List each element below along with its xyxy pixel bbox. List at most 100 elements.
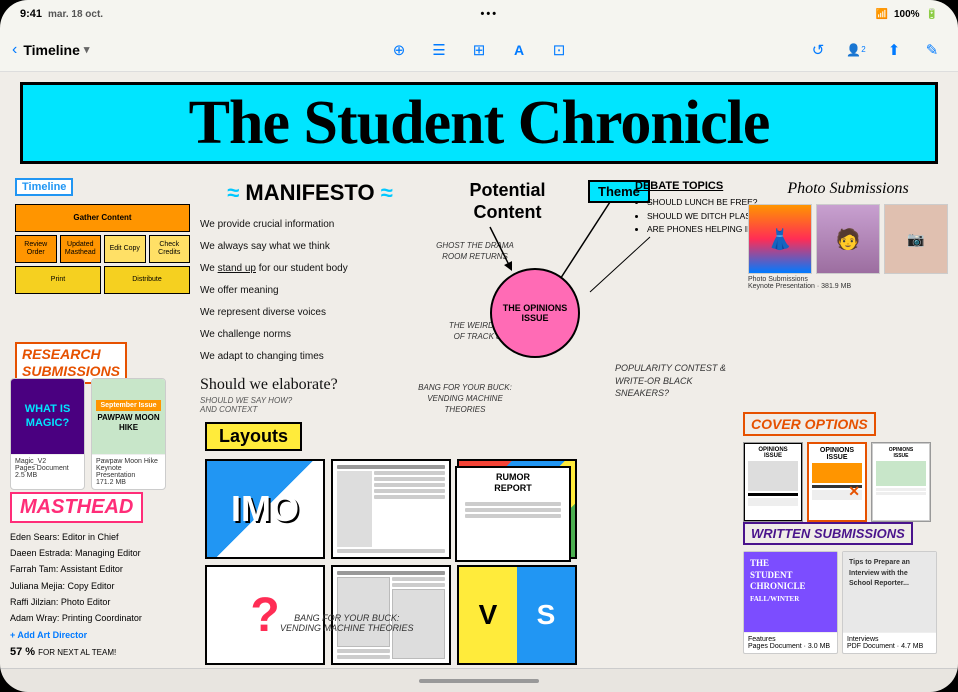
status-bar: 9:41 mar. 18 oct. ••• 📶 100% 🔋 <box>0 0 958 28</box>
text-icon[interactable]: A <box>505 36 533 64</box>
notification-dots: ••• <box>481 8 499 20</box>
cover-options-title: COVER OPTIONS <box>743 412 876 436</box>
doc-hike-meta: Pawpaw Moon HikeKeynote Presentation171.… <box>92 454 165 489</box>
potential-title: PotentialContent <box>430 180 585 223</box>
doc-card-hike[interactable]: September Issue PAWPAW MOON HIKE Pawpaw … <box>91 378 166 490</box>
main-canvas: The Student Chronicle Timeline Gather Co… <box>0 72 958 668</box>
photo-thumb-2[interactable]: 🧑 <box>816 204 880 274</box>
photo-section-title: Photo Submissions <box>748 180 948 198</box>
add-art-director[interactable]: + Add Art Director <box>10 630 210 640</box>
potential-section: PotentialContent <box>430 180 585 231</box>
chronicle-meta: FeaturesPages Document · 3.0 MB <box>744 632 837 653</box>
photo-thumb-3[interactable]: 📷 <box>884 204 948 274</box>
masthead-title: MASTHEAD <box>10 492 143 523</box>
toolbar: ‹ Timeline ▾ ⊕ ☰ ⊞ A ⊡ ↺ 👤2 ⬆ ✎ <box>0 28 958 72</box>
cover-mini-1[interactable]: OPINIONSISSUE <box>743 442 803 522</box>
date: mar. 18 oct. <box>48 9 103 20</box>
manifesto-item-1: We provide crucial information <box>200 214 420 236</box>
written-cards: THESTUDENTCHRONICLE FALL/WINTER Features… <box>743 551 948 654</box>
and-context: AND CONTEXT <box>200 405 420 414</box>
masthead-member-5: Raffi Jilzian: Photo Editor <box>10 594 210 610</box>
timeline-cell-credits[interactable]: Check Credits <box>149 235 191 263</box>
masthead-member-3: Farrah Tam: Assistant Editor <box>10 561 210 577</box>
masthead-member-2: Daeen Estrada: Managing Editor <box>10 545 210 561</box>
timeline-cell-edit[interactable]: Edit Copy <box>104 235 146 263</box>
written-submissions-title: WRITTEN SUBMISSIONS <box>743 522 913 545</box>
bottom-bar <box>0 668 958 692</box>
chronicle-cover: THESTUDENTCHRONICLE FALL/WINTER <box>744 552 837 632</box>
main-title-banner: The Student Chronicle <box>20 82 938 164</box>
ghost-story-note: GHOST THE DRAMA ROOM RETURNS <box>435 240 515 262</box>
bang-note-bottom: BANG FOR YOUR BUCK:VENDING MACHINE THEOR… <box>280 613 414 633</box>
photo-thumb-1[interactable]: 👗 <box>748 204 812 274</box>
interview-cover: Tips to Prepare an Interview with the Sc… <box>843 552 936 632</box>
elaborate-note: Should we elaborate? <box>200 376 420 394</box>
doc-magic-meta: Magic_V2Pages Document2.5 MB <box>11 454 84 482</box>
back-button[interactable]: ‹ <box>12 41 17 59</box>
title-chevron: ▾ <box>84 43 90 56</box>
manifesto-item-3: We stand up for our student body <box>200 258 420 280</box>
written-submissions-section: WRITTEN SUBMISSIONS THESTUDENTCHRONICLE … <box>743 522 948 654</box>
masthead-section: MASTHEAD Eden Sears: Editor in Chief Dae… <box>10 492 210 658</box>
masthead-list: Eden Sears: Editor in Chief Daeen Estrad… <box>10 529 210 626</box>
opinions-bubble: THE OPINIONS ISSUE <box>490 268 580 358</box>
timeline-cell-print[interactable]: Print <box>15 266 101 294</box>
manifesto-title: ≈ MANIFESTO ≈ <box>200 180 420 206</box>
photo-submissions-section: Photo Submissions 👗 🧑 📷 <box>748 180 948 290</box>
battery-icon: 🔋 <box>926 9 938 20</box>
manifesto-item-6: We challenge norms <box>200 324 420 346</box>
battery-text: 100% <box>894 9 920 20</box>
doc-magic-cover: WHAT IS MAGIC? <box>11 379 84 454</box>
layout-grid[interactable] <box>331 459 451 559</box>
popularity-note: POPULARITY CONTEST & WRITE-OR BLACK SNEA… <box>615 362 735 400</box>
layout-imo[interactable]: IMO <box>205 459 325 559</box>
timeline-label: Timeline <box>15 178 73 196</box>
manifesto-item-7: We adapt to changing times <box>200 346 420 368</box>
time: 9:41 <box>20 8 42 20</box>
cover-options-section: COVER OPTIONS OPINIONSISSUE OPINIONSISSU… <box>743 412 948 522</box>
annotate-icon[interactable]: ⊕ <box>385 36 413 64</box>
main-title-text: The Student Chronicle <box>189 89 770 157</box>
bang-buck-note: BANG FOR YOUR BUCK: VENDING MACHINE THEO… <box>415 382 515 416</box>
masthead-member-1: Eden Sears: Editor in Chief <box>10 529 210 545</box>
manifesto-item-2: We always say what we think <box>200 236 420 258</box>
manifesto-item-5: We represent diverse voices <box>200 302 420 324</box>
masthead-percent: 57 % FOR NEXT AL TEAM! <box>10 646 210 658</box>
view-icon[interactable]: ☰ <box>425 36 453 64</box>
photo-row: 👗 🧑 📷 <box>748 204 948 274</box>
timeline-grid: Gather Content Review Order Updated Mast… <box>15 204 190 294</box>
wifi-icon: 📶 <box>876 9 888 20</box>
layouts-badge: Layouts <box>205 422 302 451</box>
written-card-interview[interactable]: Tips to Prepare an Interview with the Sc… <box>842 551 937 654</box>
timeline-cell-gather[interactable]: Gather Content <box>15 204 190 232</box>
edit-icon[interactable]: ✎ <box>918 36 946 64</box>
should-note: SHOULD WE SAY HOW? <box>200 396 420 405</box>
insert-icon[interactable]: ⊞ <box>465 36 493 64</box>
ipad-frame: 9:41 mar. 18 oct. ••• 📶 100% 🔋 ‹ Timelin… <box>0 0 958 692</box>
collaborate-icon[interactable]: 👤2 <box>842 36 870 64</box>
undo-icon[interactable]: ↺ <box>804 36 832 64</box>
written-card-chronicle[interactable]: THESTUDENTCHRONICLE FALL/WINTER Features… <box>743 551 838 654</box>
doc-hike-cover: September Issue PAWPAW MOON HIKE <box>92 379 165 454</box>
manifesto-list: We provide crucial information We always… <box>200 214 420 368</box>
timeline-cell-distribute[interactable]: Distribute <box>104 266 190 294</box>
document-title-group[interactable]: Timeline ▾ <box>23 42 89 58</box>
timeline-section: Timeline Gather Content Review Order Upd… <box>15 177 190 294</box>
interview-meta: InterviewsPDF Document · 4.7 MB <box>843 632 936 653</box>
masthead-member-6: Adam Wray: Printing Coordinator <box>10 610 210 626</box>
home-indicator <box>419 679 539 683</box>
share-icon[interactable]: ⬆ <box>880 36 908 64</box>
doc-card-magic[interactable]: WHAT IS MAGIC? Magic_V2Pages Document2.5… <box>10 378 85 490</box>
timeline-cell-review[interactable]: Review Order <box>15 235 57 263</box>
document-title: Timeline <box>23 42 80 58</box>
media-icon[interactable]: ⊡ <box>545 36 573 64</box>
timeline-cell-masthead[interactable]: Updated Masthead <box>60 235 102 263</box>
photo-caption-1: Photo SubmissionsKeynote Presentation · … <box>748 276 948 290</box>
layout-rumor-report[interactable]: RUMOR REPORT <box>455 466 571 562</box>
manifesto-item-4: We offer meaning <box>200 280 420 302</box>
layout-vs[interactable]: V S <box>457 565 577 665</box>
masthead-member-4: Juliana Mejia: Copy Editor <box>10 578 210 594</box>
cover-mini-2[interactable]: OPINIONSISSUE ✕ <box>807 442 867 522</box>
manifesto-section: ≈ MANIFESTO ≈ We provide crucial informa… <box>200 180 420 414</box>
cover-mini-3[interactable]: OPINIONSISSUE <box>871 442 931 522</box>
